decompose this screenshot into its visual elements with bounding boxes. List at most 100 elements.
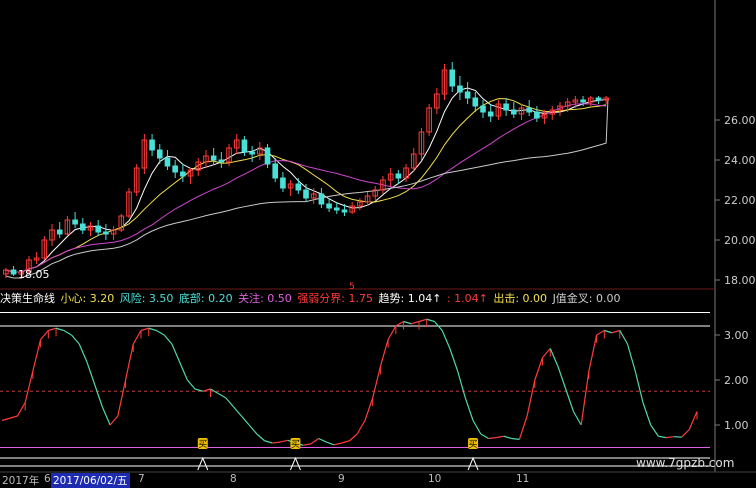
candle-body <box>11 270 16 274</box>
candle-body <box>473 98 478 106</box>
candle-body <box>81 224 86 230</box>
osc-segment <box>388 326 396 340</box>
osc-segment <box>257 434 265 441</box>
osc-segment <box>465 398 473 421</box>
candle-body <box>250 152 255 154</box>
candle-body <box>465 92 470 98</box>
osc-tick-label: 3.00 <box>724 329 749 342</box>
osc-segment <box>79 344 87 362</box>
candle <box>81 218 86 234</box>
j-cross-value: J值金叉: 0.00 <box>553 292 621 305</box>
osc-segment <box>141 328 149 330</box>
buy-signal-label: 买 <box>198 439 207 450</box>
candle <box>250 146 255 162</box>
price-tick-label: 24.00 <box>724 154 756 167</box>
osc-segment <box>635 371 643 403</box>
osc-segment <box>550 349 558 367</box>
candle <box>265 144 270 168</box>
osc-segment <box>504 436 512 438</box>
osc-segment <box>519 416 527 439</box>
candle-body <box>104 232 109 234</box>
bottom-value: 底部: 0.20 <box>179 292 233 305</box>
trend-value: 趋势: 1.04↑ <box>379 292 442 305</box>
strike-value: 出击: 0.00 <box>493 292 547 305</box>
candle-body <box>157 150 162 158</box>
candle-body <box>296 184 301 190</box>
osc-segment <box>234 407 242 416</box>
osc-segment <box>682 430 690 438</box>
osc-segment <box>558 367 566 390</box>
osc-segment <box>272 442 280 443</box>
stock-chart: 18.0020.0022.0024.0026.00 买买买 1.002.003.… <box>0 0 756 487</box>
buy-signal-label: 买 <box>291 439 300 450</box>
candle <box>204 150 209 168</box>
candle <box>427 104 432 136</box>
candle-body <box>173 166 178 172</box>
oscillator-panel: 买买买 <box>0 313 710 471</box>
candle <box>165 150 170 170</box>
candle-body <box>535 112 540 118</box>
candle <box>104 224 109 240</box>
candle-body <box>488 112 493 116</box>
watch-value: 关注: 0.50 <box>238 292 292 305</box>
osc-segment <box>527 380 535 416</box>
candle-body <box>511 110 516 114</box>
candle-body <box>342 210 347 212</box>
candle <box>458 76 463 100</box>
candle-body <box>165 158 170 166</box>
candle <box>488 104 493 122</box>
candle <box>535 106 540 122</box>
indicator-title: 决策生命线 <box>0 292 55 305</box>
candle-body <box>265 148 270 164</box>
candle <box>188 168 193 184</box>
candle <box>150 134 155 156</box>
osc-segment <box>303 444 311 445</box>
candle <box>542 110 547 124</box>
candle <box>319 188 324 208</box>
osc-segment <box>365 398 373 421</box>
osc-segment <box>658 436 666 437</box>
osc-segment <box>187 380 195 389</box>
osc-segment <box>72 335 80 344</box>
candle-body <box>150 140 155 150</box>
candle <box>34 252 39 264</box>
candle <box>219 152 224 168</box>
candle <box>527 100 532 116</box>
min-price-label: 18.05 <box>18 268 50 281</box>
osc-segment <box>56 328 64 330</box>
osc-segment <box>102 407 110 425</box>
osc-segment <box>249 425 257 434</box>
divider-value: 强弱分界: 1.75 <box>297 292 373 305</box>
candle-body <box>334 208 339 210</box>
candle-body <box>242 140 247 152</box>
candle <box>42 236 47 260</box>
osc-segment <box>10 416 18 418</box>
osc-segment <box>64 331 72 336</box>
osc-segment <box>689 412 697 430</box>
candle-body <box>458 86 463 92</box>
candle <box>65 216 70 236</box>
candle <box>519 104 524 120</box>
osc-segment <box>419 319 427 321</box>
selected-date[interactable]: 2017/06/02/五 <box>51 473 130 488</box>
month-label-11: 11 <box>516 473 529 485</box>
osc-segment <box>604 331 612 333</box>
candle <box>119 214 124 232</box>
candle-body <box>581 100 586 102</box>
osc-segment <box>651 425 659 436</box>
candle <box>358 198 363 210</box>
candle-body <box>450 70 455 86</box>
candle <box>388 168 393 186</box>
osc-segment <box>628 344 636 371</box>
osc-segment <box>25 371 33 403</box>
osc-segment <box>342 441 350 443</box>
year-label: 2017年 <box>2 473 39 488</box>
osc-segment <box>496 436 504 437</box>
month-label-9: 9 <box>338 473 345 485</box>
osc-segment <box>33 340 41 372</box>
osc-segment <box>380 340 388 367</box>
candle <box>450 62 455 92</box>
oscillator-axis: 1.002.003.00 <box>715 329 749 432</box>
osc-segment <box>535 358 543 381</box>
osc-segment <box>612 331 620 333</box>
